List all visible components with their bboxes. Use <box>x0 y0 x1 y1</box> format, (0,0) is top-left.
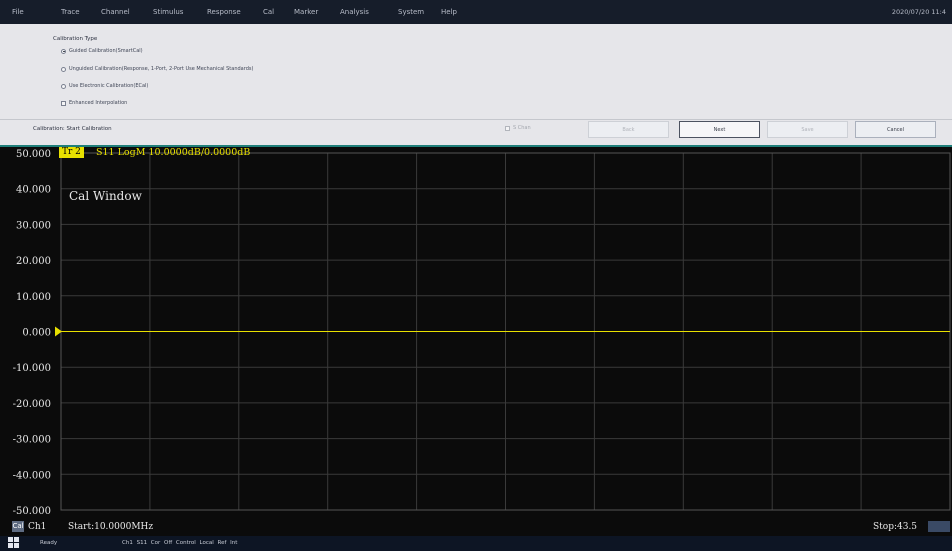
menu-file[interactable]: File <box>12 0 24 24</box>
menu-channel[interactable]: Channel <box>101 0 130 24</box>
calibration-type-group: Calibration Type Guided Calibration(Smar… <box>49 32 929 112</box>
option-label: Guided Calibration(SmartCal) <box>69 48 143 54</box>
divider <box>0 119 952 120</box>
stop-frequency[interactable]: Stop:43.5 <box>873 520 917 534</box>
clock: 2020/07/20 11:4 <box>891 8 946 16</box>
y-tick-label: -40.000 <box>13 470 51 481</box>
y-tick-label: 50.000 <box>16 149 51 160</box>
option-label: Enhanced Interpolation <box>69 100 128 106</box>
checkbox-icon[interactable] <box>61 100 66 106</box>
cancel-button[interactable]: Cancel <box>855 121 936 138</box>
option-enhanced-interpolation[interactable]: Enhanced Interpolation <box>61 98 127 108</box>
next-button[interactable]: Next <box>679 121 760 138</box>
scroll-handle[interactable] <box>928 521 950 532</box>
y-tick-label: 30.000 <box>16 220 51 231</box>
channel-label: Ch1 <box>28 522 47 532</box>
y-tick-label: -10.000 <box>13 363 51 374</box>
y-tick-label: -50.000 <box>13 506 51 517</box>
menu-system[interactable]: System <box>398 0 424 24</box>
option-guided-calibration[interactable]: Guided Calibration(SmartCal) <box>61 46 143 56</box>
menu-bar: File Trace Channel Stimulus Response Cal… <box>0 0 952 24</box>
y-tick-label: 20.000 <box>16 256 51 267</box>
trace-badge[interactable]: Tr 2 <box>59 147 84 158</box>
menu-help[interactable]: Help <box>441 0 457 24</box>
menu-trace[interactable]: Trace <box>61 0 80 24</box>
ready-status: Ready <box>40 540 58 546</box>
menu-cal[interactable]: Cal <box>263 0 274 24</box>
option-electronic-calibration[interactable]: Use Electronic Calibration(ECal) <box>61 81 148 91</box>
option-label: Use Electronic Calibration(ECal) <box>69 83 149 89</box>
single-channel-toggle[interactable]: S Chan <box>505 125 531 131</box>
start-frequency[interactable]: Start:10.0000MHz <box>68 520 153 534</box>
menu-stimulus[interactable]: Stimulus <box>153 0 183 24</box>
option-unguided-calibration[interactable]: Unguided Calibration(Response, 1-Port, 2… <box>61 64 253 74</box>
calibration-step-label: Calibration: Start Calibration <box>33 126 112 132</box>
y-tick-label: 10.000 <box>16 292 51 303</box>
menu-analysis[interactable]: Analysis <box>340 0 369 24</box>
chart-plot: 50.000 40.000 30.000 20.000 10.000 0.000 -10.0… <box>13 149 951 517</box>
status-fields: Ch1 S11 Cor Off Control Local Ref Int <box>122 540 238 546</box>
checkbox-icon[interactable] <box>505 125 510 131</box>
back-button[interactable]: Back <box>588 121 669 138</box>
y-tick-label: -30.000 <box>13 435 51 446</box>
calibration-type-title: Calibration Type <box>53 36 98 42</box>
measurement-chart: 50.000 40.000 30.000 20.000 10.000 0.000 -10.0… <box>0 145 952 520</box>
menu-marker[interactable]: Marker <box>294 0 318 24</box>
trace-info[interactable]: S11 LogM 10.0000dB/0.0000dB <box>96 147 250 158</box>
radio-icon[interactable] <box>61 83 66 89</box>
y-tick-label: 0.000 <box>22 328 51 339</box>
windows-start-icon[interactable] <box>8 537 20 549</box>
radio-icon[interactable] <box>61 48 66 54</box>
calibration-panel: Calibration Type Guided Calibration(Smar… <box>0 24 952 145</box>
y-tick-label: 40.000 <box>16 185 51 196</box>
option-label: Unguided Calibration(Response, 1-Port, 2… <box>69 66 254 72</box>
window-title: Cal Window <box>69 189 142 203</box>
y-tick-label: -20.000 <box>13 399 51 410</box>
save-button[interactable]: Save <box>767 121 848 138</box>
single-channel-label: S Chan <box>513 125 531 131</box>
menu-response[interactable]: Response <box>207 0 241 24</box>
cal-badge: Cal <box>12 521 24 532</box>
radio-icon[interactable] <box>61 66 66 72</box>
